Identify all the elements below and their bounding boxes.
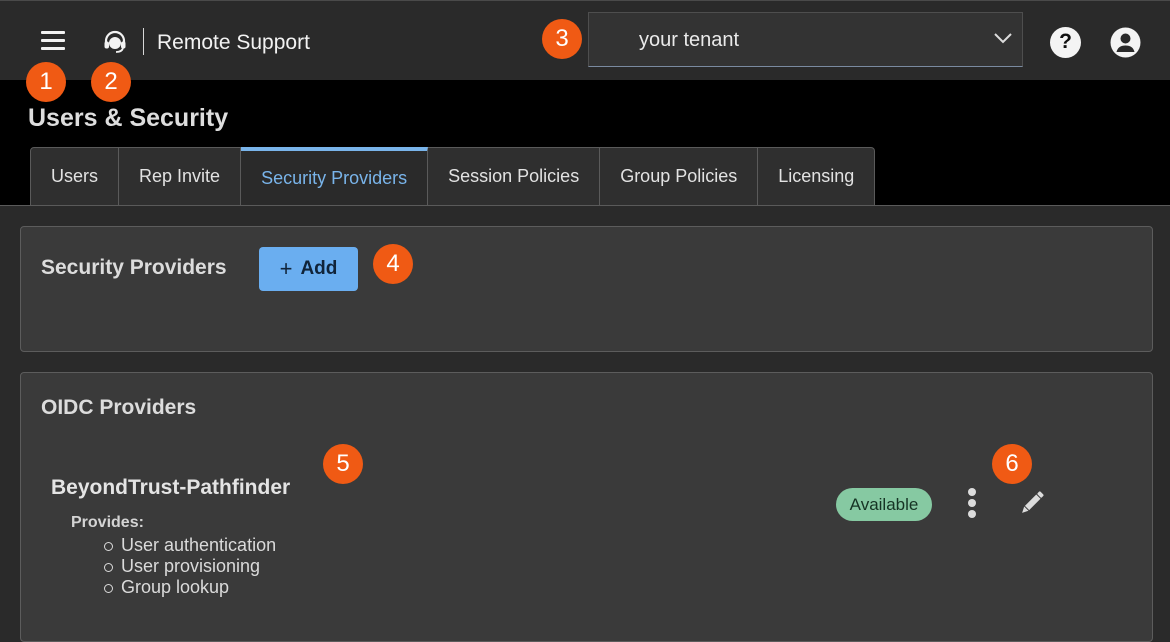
security-providers-title: Security Providers [41,256,227,279]
chevron-down-icon [994,33,1012,44]
tab-group-policies[interactable]: Group Policies [600,147,759,206]
tab-bar: Users Rep Invite Security Providers Sess… [30,147,876,206]
security-providers-card [20,226,1153,352]
callout-4: 4 [373,244,413,284]
callout-6: 6 [992,444,1032,484]
tab-licensing[interactable]: Licensing [758,147,876,206]
list-item: Group lookup [104,577,276,598]
tab-users[interactable]: Users [30,147,120,206]
headset-icon [104,30,126,53]
tab-session-policies[interactable]: Session Policies [428,147,601,206]
app-title: Remote Support [157,31,310,54]
tab-rep-invite[interactable]: Rep Invite [119,147,242,206]
status-badge: Available [836,488,932,521]
help-icon[interactable]: ? [1050,27,1081,58]
user-account-icon[interactable] [1110,27,1141,58]
page-title: Users & Security [28,104,229,132]
oidc-providers-title: OIDC Providers [41,396,197,419]
callout-5: 5 [323,444,363,484]
provider-name: BeyondTrust-Pathfinder [51,476,291,499]
tenant-select[interactable]: your tenant [588,12,1023,67]
tenant-select-value: your tenant [639,29,740,51]
add-button-label: Add [300,258,338,279]
plus-icon: + [279,256,293,281]
brand-divider [143,28,144,55]
provides-list: User authentication User provisioning Gr… [104,535,276,598]
list-item: User authentication [104,535,276,556]
hamburger-menu-icon[interactable] [38,27,68,55]
more-vertical-icon[interactable] [962,486,982,520]
add-provider-button[interactable]: + Add [259,247,358,291]
tab-security-providers[interactable]: Security Providers [241,147,429,206]
callout-2: 2 [91,62,131,102]
callout-1: 1 [26,62,66,102]
header-divider [0,205,1170,206]
pencil-icon[interactable] [1015,486,1049,520]
list-item: User provisioning [104,556,276,577]
callout-3: 3 [542,19,582,59]
provides-label: Provides: [71,514,144,531]
top-bar: Remote Support your tenant ? [0,0,1170,80]
